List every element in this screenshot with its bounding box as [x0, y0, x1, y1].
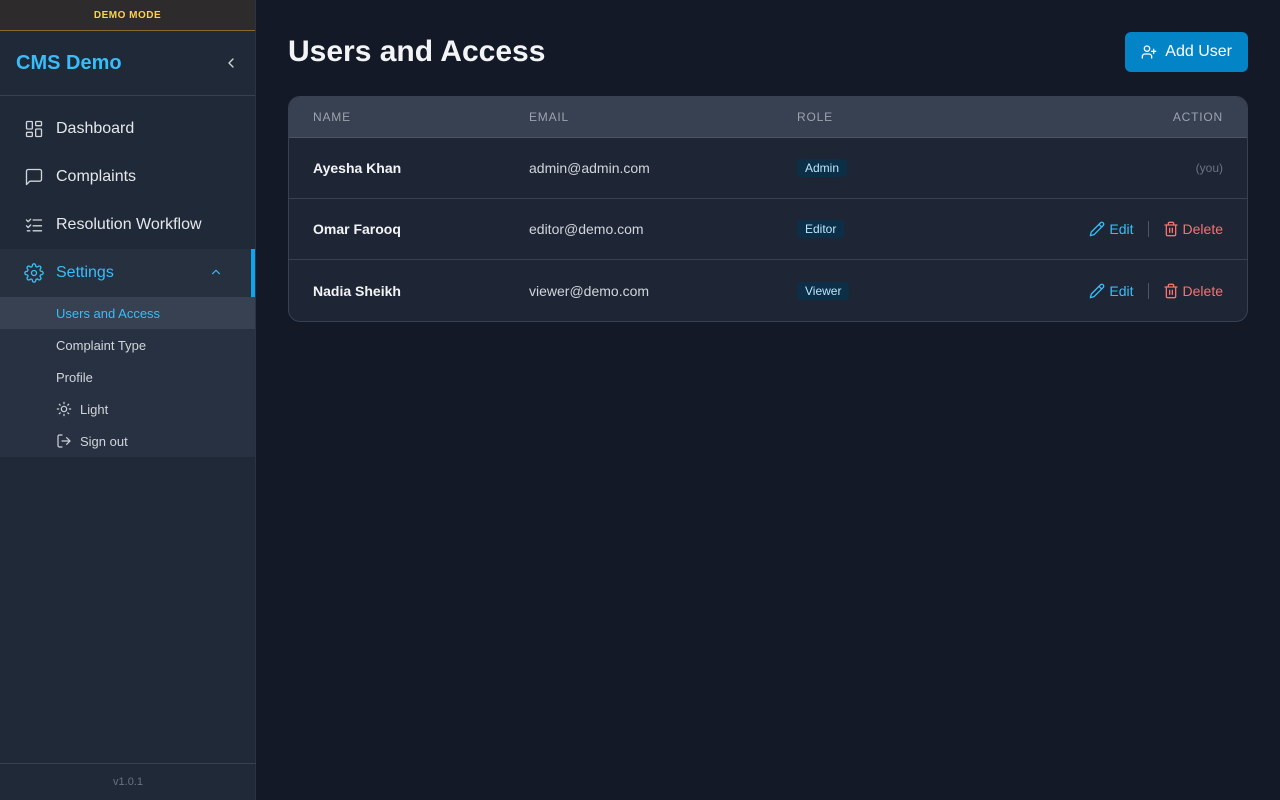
- user-email: viewer@demo.com: [529, 282, 650, 299]
- list-checks-icon: [25, 218, 43, 232]
- sidebar-nav: Dashboard Complaints Resolution Workflow…: [0, 96, 255, 457]
- column-header-email: EMAIL: [529, 110, 570, 124]
- main-content: Users and Access Add User NAME EMAIL ROL…: [288, 32, 1248, 322]
- theme-toggle-label: Light: [80, 401, 109, 417]
- table-header: NAME EMAIL ROLE ACTION: [289, 97, 1247, 138]
- log-out-icon: [57, 434, 71, 448]
- sign-out-label: Sign out: [80, 433, 128, 449]
- page-title: Users and Access: [288, 35, 546, 68]
- user-email: admin@admin.com: [529, 160, 650, 176]
- add-user-label: Add User: [1165, 43, 1232, 60]
- users-table: NAME EMAIL ROLE ACTION Ayesha Khan admin…: [288, 96, 1248, 322]
- pencil-icon: [1090, 283, 1105, 298]
- user-name: Omar Farooq: [313, 221, 401, 237]
- delete-button[interactable]: Delete: [1163, 283, 1223, 299]
- trash-icon: [1163, 221, 1178, 237]
- chevron-up-icon: [211, 269, 221, 275]
- user-name: Ayesha Khan: [313, 160, 402, 176]
- submenu-item-label: Complaint Type: [56, 337, 147, 353]
- action-divider: [1147, 221, 1149, 237]
- delete-label: Delete: [1182, 282, 1223, 299]
- user-name: Nadia Sheikh: [313, 282, 401, 299]
- submenu-item-label: Users and Access: [56, 305, 161, 321]
- user-email: editor@demo.com: [529, 221, 644, 237]
- edit-button[interactable]: Edit: [1089, 221, 1134, 237]
- brand-header: CMS Demo: [0, 31, 255, 96]
- submenu-item-profile[interactable]: Profile: [0, 361, 255, 393]
- collapse-sidebar-button[interactable]: [215, 47, 247, 79]
- demo-mode-banner: DEMO MODE: [0, 0, 255, 31]
- trash-icon: [1163, 283, 1178, 298]
- submenu-item-label: Profile: [56, 369, 93, 385]
- add-user-button[interactable]: Add User: [1125, 32, 1248, 72]
- settings-submenu: Users and Access Complaint Type Profile …: [0, 297, 255, 457]
- dashboard-icon: [25, 120, 43, 138]
- delete-label: Delete: [1182, 221, 1223, 237]
- edit-label: Edit: [1109, 282, 1134, 299]
- role-badge: Viewer: [797, 281, 850, 300]
- role-badge: Admin: [797, 159, 848, 177]
- table-row: Omar Farooq editor@demo.com Editor Edit …: [289, 199, 1247, 260]
- sidebar-item-settings[interactable]: Settings: [0, 249, 255, 297]
- sidebar: DEMO MODE CMS Demo Dashboard Complaints …: [0, 0, 256, 800]
- gear-icon: [24, 263, 44, 283]
- edit-button[interactable]: Edit: [1089, 282, 1134, 299]
- sign-out-button[interactable]: Sign out: [0, 425, 255, 457]
- brand-title[interactable]: CMS Demo: [16, 52, 122, 75]
- app-version: v1.0.1: [0, 763, 256, 800]
- table-row: Ayesha Khan admin@admin.com Admin (you): [289, 138, 1247, 199]
- submenu-item-users-and-access[interactable]: Users and Access: [0, 297, 255, 329]
- sidebar-item-label: Settings: [56, 264, 114, 281]
- column-header-name: NAME: [313, 110, 351, 124]
- sidebar-item-label: Resolution Workflow: [56, 216, 202, 233]
- role-badge: Editor: [797, 220, 845, 238]
- theme-toggle[interactable]: Light: [0, 393, 255, 425]
- delete-button[interactable]: Delete: [1163, 221, 1223, 237]
- pencil-icon: [1090, 221, 1105, 237]
- submenu-item-complaint-type[interactable]: Complaint Type: [0, 329, 255, 361]
- message-square-icon: [25, 168, 43, 186]
- table-row: Nadia Sheikh viewer@demo.com Viewer Edit…: [289, 260, 1247, 321]
- sidebar-item-complaints[interactable]: Complaints: [0, 153, 255, 201]
- column-header-role: ROLE: [797, 110, 833, 124]
- user-plus-icon: [1141, 45, 1157, 59]
- page-header: Users and Access Add User: [288, 32, 1248, 72]
- action-divider: [1147, 282, 1149, 299]
- sidebar-item-dashboard[interactable]: Dashboard: [0, 105, 255, 153]
- column-header-action: ACTION: [1172, 110, 1223, 124]
- sidebar-item-resolution-workflow[interactable]: Resolution Workflow: [0, 201, 255, 249]
- sun-icon: [56, 401, 72, 417]
- self-indicator: (you): [1195, 161, 1223, 175]
- sidebar-item-label: Complaints: [56, 168, 137, 185]
- edit-label: Edit: [1109, 221, 1134, 237]
- chevron-left-icon: [228, 58, 234, 68]
- sidebar-item-label: Dashboard: [56, 120, 135, 137]
